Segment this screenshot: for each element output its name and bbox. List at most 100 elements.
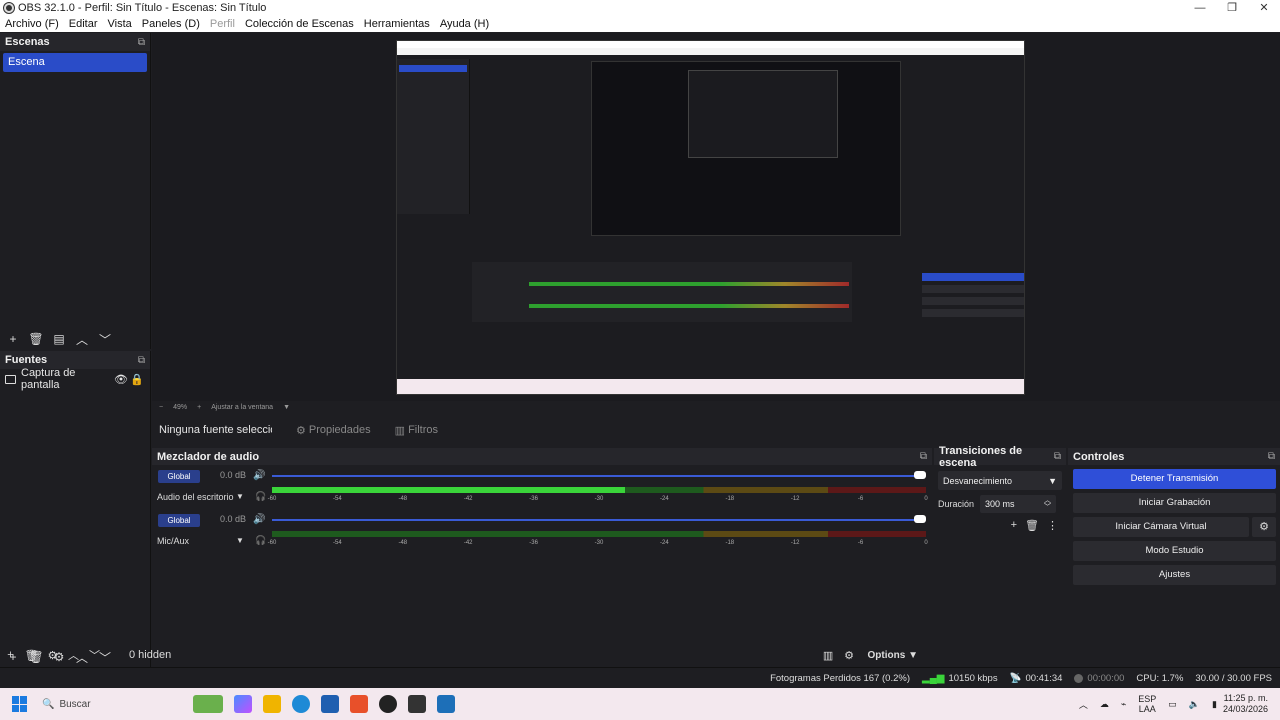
meter-tick-label: -6 (857, 540, 864, 546)
undock-icon[interactable]: ⧉ (138, 37, 145, 48)
brave-icon[interactable] (350, 695, 368, 713)
language-indicator[interactable]: ESP LAA (1138, 694, 1156, 714)
zoom-dropdown-icon[interactable]: ▼ (283, 404, 290, 411)
volume-slider[interactable] (272, 475, 922, 477)
more-options-icon[interactable]: ⋮ (1047, 519, 1058, 532)
close-icon[interactable]: ✕ (1248, 0, 1280, 16)
source-item[interactable]: Captura de pantalla 👁 🔒 (0, 367, 150, 391)
undock-icon[interactable]: ⧉ (1268, 451, 1275, 462)
menu-coleccion-escenas[interactable]: Colección de Escenas (240, 18, 359, 30)
lang-top: ESP (1138, 694, 1157, 704)
undock-icon[interactable]: ⧉ (138, 355, 145, 366)
scene-filters-icon[interactable]: ▤ (50, 332, 68, 346)
start-recording-button[interactable]: Iniciar Grabación (1073, 493, 1276, 513)
channel-menu-icon[interactable]: ▼ (236, 536, 244, 545)
speaker-icon[interactable]: 🔊 (253, 514, 265, 525)
volume-icon[interactable]: 🔈 (1189, 699, 1200, 710)
source-label: Captura de pantalla (21, 367, 76, 391)
settings-button[interactable]: Ajustes (1073, 565, 1276, 585)
scene-item[interactable]: Escena (3, 53, 147, 72)
filters-button[interactable]: ▥ Filtros (395, 424, 438, 437)
channel-menu-icon[interactable]: ▼ (236, 492, 244, 501)
move-up-icon[interactable]: ︿ (63, 647, 84, 663)
maximize-icon[interactable]: ❐ (1216, 0, 1248, 16)
move-up-icon[interactable]: ︿ (73, 331, 91, 348)
obs-taskbar-icon[interactable] (379, 695, 397, 713)
no-source-label: Ninguna fuente seleccionad (159, 424, 272, 436)
move-down-icon[interactable]: ﹀ (84, 647, 105, 663)
calculator-icon[interactable] (437, 695, 455, 713)
duration-input[interactable]: 300 ms ︿ ﹀ (980, 495, 1057, 513)
preview-area[interactable] (152, 33, 1280, 401)
remove-source-icon[interactable]: 🗑 (21, 649, 42, 662)
clock[interactable]: 11:25 p. m. 24/03/2026 (1223, 693, 1268, 715)
monitor-headphone-icon[interactable]: 🎧 (255, 491, 266, 502)
zoom-in-icon[interactable]: + (197, 404, 201, 411)
monitor-headphone-icon[interactable]: 🎧 (255, 535, 266, 546)
store-icon[interactable] (321, 695, 339, 713)
meter-tick-label: -18 (725, 540, 735, 546)
windows-start-icon[interactable] (12, 696, 28, 712)
menu-paneles[interactable]: Paneles (D) (137, 18, 205, 30)
menu-perfil[interactable]: Perfil (205, 18, 240, 30)
transitions-dock: Transiciones de escena ⧉ Desvanecimiento… (934, 445, 1066, 666)
advanced-audio-icon[interactable]: ⚙ (839, 649, 860, 662)
spin-arrows-icon[interactable]: ︿ ﹀ (1044, 497, 1051, 511)
meter-tick-label: -42 (463, 496, 473, 502)
menu-editar[interactable]: Editar (64, 18, 103, 30)
add-scene-icon[interactable]: + (4, 332, 22, 346)
epic-games-icon[interactable] (408, 695, 426, 713)
display-icon[interactable]: ▭ (1168, 699, 1177, 710)
minimize-icon[interactable]: — (1184, 0, 1216, 16)
undock-icon[interactable]: ⧉ (920, 451, 927, 462)
volume-slider[interactable] (272, 519, 922, 521)
meter-tick-label: -30 (594, 540, 604, 546)
fit-window-label[interactable]: Ajustar a la ventana (211, 404, 273, 411)
nested-titlebar (397, 41, 1024, 48)
stop-stream-button[interactable]: Detener Transmisión (1073, 469, 1276, 489)
global-badge[interactable]: Global (158, 514, 200, 527)
edge-icon[interactable] (292, 695, 310, 713)
add-source-icon[interactable]: + (0, 649, 21, 661)
network-tray-icon[interactable]: ☁ (1100, 699, 1109, 710)
volume-slider-handle[interactable] (914, 471, 926, 479)
nested-button (922, 309, 1024, 317)
global-badge[interactable]: Global (158, 470, 200, 483)
lock-icon[interactable]: 🔒 (129, 373, 145, 386)
copilot-icon[interactable] (234, 695, 252, 713)
speaker-icon[interactable]: 🔊 (253, 470, 265, 481)
nested-preview (591, 61, 901, 236)
source-settings-icon[interactable]: ⚙ (42, 649, 63, 662)
undock-icon[interactable]: ⧉ (1054, 451, 1061, 462)
preview-canvas[interactable] (396, 40, 1025, 395)
zoom-out-icon[interactable]: − (159, 404, 163, 411)
taskbar-search[interactable]: 🔍 Buscar (42, 693, 182, 715)
menu-ayuda[interactable]: Ayuda (H) (435, 18, 494, 30)
battery-icon[interactable]: ▮ (1212, 699, 1217, 710)
meter-tick-label: -12 (790, 540, 800, 546)
start-virtual-cam-button[interactable]: Iniciar Cámara Virtual (1073, 517, 1249, 537)
move-down-icon[interactable]: ﹀ (96, 331, 114, 348)
wifi-icon[interactable]: ⌁ (1121, 699, 1126, 710)
remove-transition-icon[interactable]: 🗑 (1025, 519, 1039, 532)
options-label: Options (867, 649, 906, 661)
dropdown-arrow-icon: ▼ (908, 649, 918, 661)
properties-button[interactable]: ⚙ Propiedades (296, 424, 371, 437)
volume-slider-handle[interactable] (914, 515, 926, 523)
weather-widget-icon[interactable] (193, 695, 223, 713)
menu-vista[interactable]: Vista (103, 18, 137, 30)
menu-archivo[interactable]: Archivo (F) (0, 18, 64, 30)
db-label: 0.0 dB (220, 470, 247, 480)
transition-select[interactable]: Desvanecimiento ▼ (938, 471, 1062, 490)
tray-chevron-icon[interactable]: ︿ (1079, 698, 1088, 711)
remove-scene-icon[interactable]: 🗑 (27, 332, 45, 346)
virtual-cam-settings-icon[interactable]: ⚙ (1252, 517, 1276, 537)
rec-time: 00:00:00 (1087, 672, 1125, 684)
layout-toggle-icon[interactable]: ▥ (818, 649, 839, 662)
studio-mode-button[interactable]: Modo Estudio (1073, 541, 1276, 561)
eye-icon[interactable]: 👁 (113, 373, 129, 386)
add-transition-icon[interactable]: + (1011, 519, 1017, 532)
menu-herramientas[interactable]: Herramientas (359, 18, 435, 30)
file-explorer-icon[interactable] (263, 695, 281, 713)
options-button[interactable]: Options ▼ (868, 650, 918, 661)
